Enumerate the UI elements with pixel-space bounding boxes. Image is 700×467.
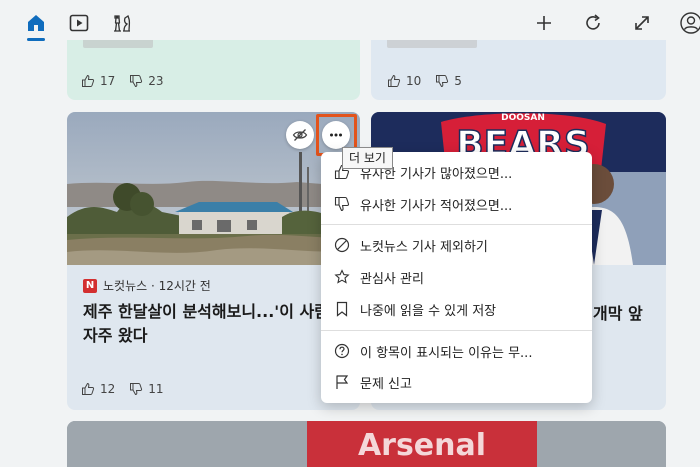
menu-item-save-for-later[interactable]: 나중에 읽을 수 있게 저장 — [321, 295, 592, 323]
reaction-bar: 12 11 — [81, 382, 164, 396]
source-logo: N — [83, 278, 97, 293]
news-card-bottom[interactable]: Arsenal — [67, 421, 666, 467]
home-tab-indicator — [27, 38, 45, 41]
like-count: 10 — [406, 74, 422, 88]
menu-item-label: 노컷뉴스 기사 제외하기 — [360, 239, 488, 255]
news-card-jeju[interactable]: N 노컷뉴스 · 12시간 전 제주 한달살이 분석해보니...'이 사람'이 … — [67, 112, 360, 410]
menu-item-label: 관심사 관리 — [360, 271, 424, 287]
faded-headline — [83, 40, 153, 48]
home-icon[interactable] — [23, 10, 49, 36]
menu-item-label: 이 항목이 표시되는 이유는 무... — [360, 345, 533, 361]
like-count: 12 — [100, 382, 116, 396]
profile-icon[interactable] — [678, 10, 700, 36]
dislike-count: 5 — [454, 74, 462, 88]
flag-icon — [332, 372, 352, 392]
menu-item-label: 나중에 읽을 수 있게 저장 — [360, 303, 497, 319]
star-icon — [332, 267, 352, 287]
bookmark-icon — [332, 299, 352, 319]
menu-item-why-shown[interactable]: 이 항목이 표시되는 이유는 무... — [321, 337, 592, 365]
hide-story-button[interactable] — [286, 121, 314, 149]
reaction-bar: 10 5 — [387, 74, 462, 88]
article-source[interactable]: N 노컷뉴스 · 12시간 전 — [83, 277, 211, 294]
article-headline-fragment[interactable]: 개막 앞 — [593, 300, 643, 324]
menu-item-fewer-like-this[interactable]: 유사한 기사가 적어졌으면... — [321, 190, 592, 218]
news-card-top-left[interactable]: 17 23 — [67, 40, 360, 100]
article-headline[interactable]: 제주 한달살이 분석해보니...'이 사람'이 자주 왔다 — [83, 300, 353, 348]
news-card-top-right[interactable]: 10 5 — [371, 40, 666, 100]
more-options-tooltip: 더 보기 — [342, 147, 393, 169]
menu-item-manage-interests[interactable]: 관심사 관리 — [321, 263, 592, 291]
add-icon[interactable] — [531, 10, 557, 36]
thumbs-down-icon[interactable] — [129, 74, 143, 88]
menu-divider — [321, 224, 592, 225]
help-icon — [332, 341, 352, 361]
menu-item-exclude-source[interactable]: 노컷뉴스 기사 제외하기 — [321, 231, 592, 259]
brand-small-text: DOOSAN — [501, 113, 545, 123]
brand-text: Arsenal — [358, 428, 486, 463]
faded-headline — [387, 40, 477, 48]
eye-off-icon — [292, 129, 308, 141]
expand-icon[interactable] — [629, 10, 655, 36]
like-count: 17 — [100, 74, 116, 88]
thumbs-up-icon[interactable] — [81, 74, 95, 88]
reaction-bar: 17 23 — [81, 74, 164, 88]
menu-divider — [321, 330, 592, 331]
thumbs-up-icon[interactable] — [81, 382, 95, 396]
thumbs-up-icon[interactable] — [387, 74, 401, 88]
source-text: 노컷뉴스 · 12시간 전 — [103, 279, 211, 293]
dislike-count: 23 — [148, 74, 164, 88]
block-icon — [332, 235, 352, 255]
thumbs-down-icon[interactable] — [129, 382, 143, 396]
menu-item-label: 유사한 기사가 적어졌으면... — [360, 198, 513, 214]
video-icon[interactable] — [66, 10, 92, 36]
dislike-count: 11 — [148, 382, 164, 396]
refresh-icon[interactable] — [580, 10, 606, 36]
menu-item-report-issue[interactable]: 문제 신고 — [321, 368, 592, 396]
chess-icon[interactable] — [108, 10, 134, 36]
thumbs-down-icon — [332, 194, 352, 214]
menu-item-label: 문제 신고 — [360, 376, 412, 392]
thumbs-down-icon[interactable] — [435, 74, 449, 88]
context-menu: 유사한 기사가 많아졌으면... 유사한 기사가 적어졌으면... 노컷뉴스 기… — [321, 152, 592, 403]
article-photo: Arsenal — [67, 421, 666, 467]
